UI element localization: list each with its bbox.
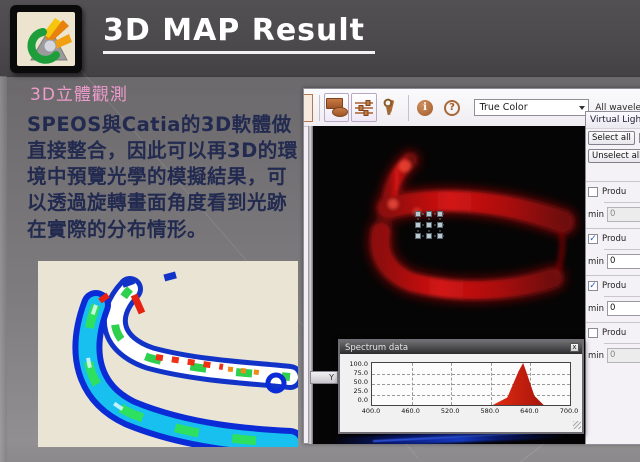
spectrum-peak — [372, 363, 570, 405]
spectrum-plot — [371, 362, 571, 406]
y-axis-ticks: 100.0 75.0 50.0 25.0 0.0 — [342, 360, 368, 404]
logo-arrows-icon — [17, 12, 75, 66]
min-label: min — [588, 210, 604, 220]
help-icon[interactable]: ? — [440, 93, 465, 122]
min-input[interactable]: 0 — [607, 301, 640, 316]
close-icon[interactable]: x — [570, 343, 579, 352]
product-row: Produ — [586, 326, 640, 340]
min-label: min — [588, 351, 604, 361]
min-input[interactable]: 0 — [607, 348, 640, 363]
product-checkbox[interactable]: ✓ — [588, 281, 598, 291]
panel-title: Virtual Lighting — [586, 112, 640, 129]
product-checkbox[interactable] — [588, 187, 598, 197]
slide-edge-highlight — [0, 76, 7, 462]
sliders-icon[interactable] — [351, 93, 376, 122]
y-axis-widget[interactable]: Y — [310, 371, 338, 384]
product-checkbox[interactable] — [588, 328, 598, 338]
color-mode-value: True Color — [480, 102, 528, 113]
x-axis-ticks: 400.0 460.0 520.0 580.0 640.0 700.0 — [371, 407, 569, 416]
virtual-lighting-panel: Virtual Lighting Select all ✓ Unselect a… — [585, 111, 640, 445]
slide-logo — [10, 5, 82, 73]
chevron-down-icon — [579, 106, 585, 110]
product-row: ✓ Produ — [586, 279, 640, 293]
min-label: min — [588, 304, 604, 314]
spectrum-titlebar[interactable]: Spectrum data x — [340, 341, 582, 354]
cutoff-icon[interactable] — [304, 94, 313, 122]
color-mode-dropdown[interactable]: True Color — [474, 99, 590, 116]
body-text: SPEOS與Catia的3D軟體做直接整合，因此可以再3D的環境中預覽光學的模擬… — [27, 112, 305, 243]
min-label: min — [588, 257, 604, 267]
product-label: Produ — [602, 234, 626, 244]
product-checkbox[interactable]: ✓ — [588, 234, 598, 244]
product-row: ✓ Produ — [586, 232, 640, 246]
toolbar-separator — [408, 95, 409, 121]
spectrum-title: Spectrum data — [345, 343, 408, 353]
shapes-icon[interactable] — [324, 93, 349, 122]
select-all-button[interactable]: Select all — [588, 131, 635, 145]
unselect-all-button[interactable]: Unselect all — [588, 149, 640, 163]
product-label: Produ — [602, 281, 626, 291]
product-row: Produ — [586, 185, 640, 199]
tools-icon[interactable] — [379, 93, 404, 122]
product-label: Produ — [602, 328, 626, 338]
toolbar-separator — [319, 95, 320, 121]
section-subtitle: 3D立體觀測 — [30, 80, 128, 105]
lightguide-render-image — [38, 261, 298, 447]
min-input[interactable]: 0 — [607, 207, 640, 222]
slide: 3D MAP Result 3D立體觀測 SPEOS與Catia的3D軟體做直接… — [0, 0, 640, 462]
viewport-left-bevel — [308, 126, 313, 444]
spectrum-data-window: Spectrum data x 100.0 75.0 50.0 25.0 0.0 — [338, 339, 584, 434]
min-input[interactable]: 0 — [607, 254, 640, 269]
layer-label: Lay — [586, 165, 640, 178]
product-label: Produ — [602, 187, 626, 197]
info-icon[interactable]: i — [412, 93, 437, 122]
page-title: 3D MAP Result — [103, 13, 375, 54]
resize-grip[interactable] — [573, 421, 581, 429]
speos-app-window: i ? True Color All wavelengt — [303, 88, 640, 444]
selection-grid — [416, 212, 445, 239]
